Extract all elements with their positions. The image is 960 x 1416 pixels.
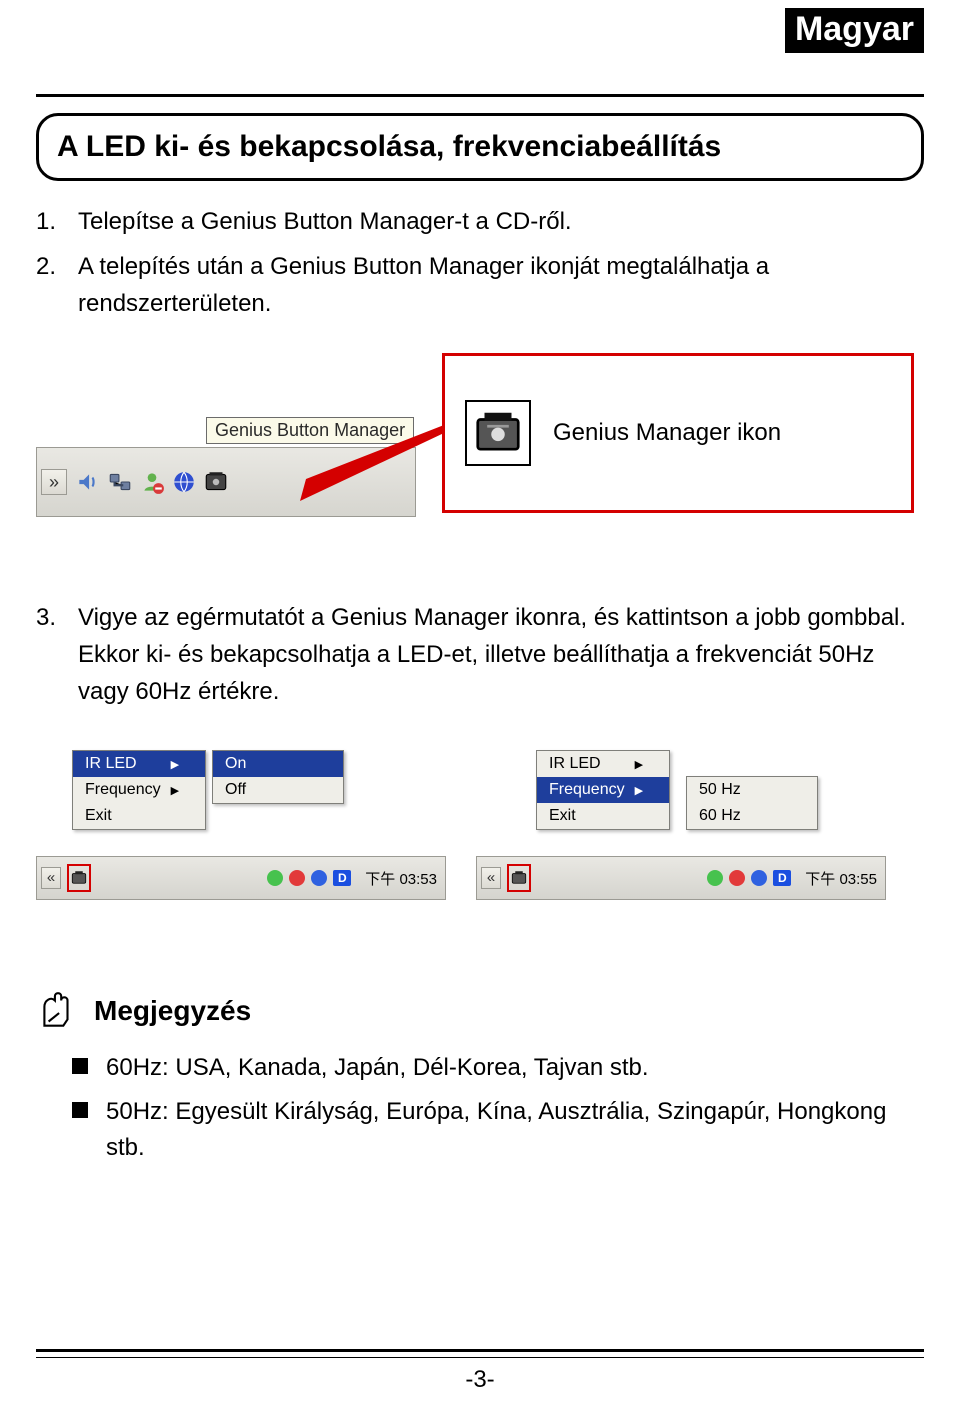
context-menu-primary[interactable]: IR LED ▶ Frequency ▶ Exit	[72, 750, 206, 830]
step-3-number: 3.	[36, 599, 78, 711]
step-1: 1. Telepítse a Genius Button Manager-t a…	[36, 203, 924, 240]
context-menu-panel-led: IR LED ▶ Frequency ▶ Exit On Off «	[36, 750, 446, 900]
status-dot-blue-icon	[311, 870, 327, 886]
submenu-item-60hz-label: 60 Hz	[699, 807, 741, 825]
note-item-60hz-text: 60Hz: USA, Kanada, Japán, Dél-Korea, Taj…	[106, 1050, 649, 1086]
step-1-number: 1.	[36, 203, 78, 240]
note-block: Megjegyzés 60Hz: USA, Kanada, Japán, Dél…	[36, 990, 924, 1166]
menu-item-exit[interactable]: Exit	[537, 803, 669, 829]
menu-item-frequency-label: Frequency	[85, 781, 161, 799]
step-2-text: A telepítés után a Genius Button Manager…	[78, 248, 924, 322]
menu-item-ir-led[interactable]: IR LED ▶	[537, 751, 669, 777]
bullet-square-icon	[72, 1102, 88, 1118]
status-dot-red-icon	[289, 870, 305, 886]
genius-manager-tray-icon[interactable]	[70, 868, 88, 888]
status-dot-green-icon	[707, 870, 723, 886]
status-d-icon: D	[333, 870, 351, 886]
genius-manager-tray-icon[interactable]	[510, 868, 528, 888]
volume-icon[interactable]	[75, 469, 101, 495]
taskbar-a: « D 下午 03:53	[36, 856, 446, 900]
callout-label: Genius Manager ikon	[553, 419, 781, 447]
context-submenu-frequency[interactable]: 50 Hz 60 Hz	[686, 776, 818, 830]
messenger-icon[interactable]	[139, 469, 165, 495]
step-3: 3. Vigye az egérmutatót a Genius Manager…	[36, 599, 924, 711]
update-icon[interactable]	[171, 469, 197, 495]
menu-item-frequency[interactable]: Frequency ▶	[73, 777, 205, 803]
menu-item-ir-led-label: IR LED	[85, 755, 137, 773]
status-dot-green-icon	[267, 870, 283, 886]
step-3-text: Vigye az egérmutatót a Genius Manager ik…	[78, 599, 924, 711]
menu-item-ir-led-label: IR LED	[549, 755, 601, 773]
top-rule	[36, 94, 924, 97]
submenu-arrow-icon: ▶	[635, 784, 643, 797]
figure-context-menus: IR LED ▶ Frequency ▶ Exit On Off «	[36, 750, 924, 900]
menu-item-exit-label: Exit	[85, 807, 112, 825]
submenu-arrow-icon: ▶	[635, 758, 643, 771]
menu-item-frequency-label: Frequency	[549, 781, 625, 799]
section-heading-box: A LED ki- és bekapcsolása, frekvenciabeá…	[36, 113, 924, 181]
section-title: A LED ki- és bekapcsolása, frekvenciabeá…	[57, 130, 903, 164]
step-2-number: 2.	[36, 248, 78, 322]
submenu-item-50hz[interactable]: 50 Hz	[687, 777, 817, 803]
submenu-arrow-icon: ▶	[171, 784, 179, 797]
context-menu-primary[interactable]: IR LED ▶ Frequency ▶ Exit	[536, 750, 670, 830]
menu-item-ir-led[interactable]: IR LED ▶	[73, 751, 205, 777]
submenu-item-on[interactable]: On	[213, 751, 343, 777]
status-dot-blue-icon	[751, 870, 767, 886]
status-d-icon: D	[773, 870, 791, 886]
taskbar-clock: 下午 03:53	[365, 868, 437, 889]
note-hand-icon	[36, 990, 78, 1032]
step-1-text: Telepítse a Genius Button Manager-t a CD…	[78, 203, 924, 240]
step-2: 2. A telepítés után a Genius Button Mana…	[36, 248, 924, 322]
taskbar-b: « D 下午 03:55	[476, 856, 886, 900]
taskbar-clock: 下午 03:55	[805, 868, 877, 889]
note-header: Megjegyzés	[36, 990, 924, 1032]
context-menu-panel-frequency: IR LED ▶ Frequency ▶ Exit 50 Hz 60 Hz «	[476, 750, 886, 900]
note-list: 60Hz: USA, Kanada, Japán, Dél-Korea, Taj…	[36, 1050, 924, 1166]
language-badge: Magyar	[785, 8, 924, 53]
bullet-square-icon	[72, 1058, 88, 1074]
menu-item-frequency[interactable]: Frequency ▶	[537, 777, 669, 803]
systray-bar: »	[36, 447, 416, 517]
systray-expand-button[interactable]: »	[41, 469, 67, 495]
submenu-item-on-label: On	[225, 755, 246, 773]
menu-item-exit-label: Exit	[549, 807, 576, 825]
instruction-list: 1. Telepítse a Genius Button Manager-t a…	[36, 203, 924, 323]
note-item-50hz-text: 50Hz: Egyesült Királyság, Európa, Kína, …	[106, 1094, 924, 1166]
note-item-50hz: 50Hz: Egyesült Királyság, Európa, Kína, …	[72, 1094, 924, 1166]
note-item-60hz: 60Hz: USA, Kanada, Japán, Dél-Korea, Taj…	[72, 1050, 924, 1086]
taskbar-chevron-button[interactable]: «	[481, 867, 501, 889]
genius-manager-tray-icon[interactable]	[203, 469, 229, 495]
submenu-arrow-icon: ▶	[171, 758, 179, 771]
callout-box: Genius Manager ikon	[442, 353, 914, 513]
bottom-rule-thin	[36, 1357, 924, 1358]
tray-icon-highlight	[67, 864, 91, 892]
submenu-item-off-label: Off	[225, 781, 246, 799]
submenu-item-60hz[interactable]: 60 Hz	[687, 803, 817, 829]
taskbar-status-icons: D	[267, 870, 351, 886]
taskbar-status-icons: D	[707, 870, 791, 886]
systray-icons	[75, 469, 229, 495]
tray-icon-highlight	[507, 864, 531, 892]
taskbar-chevron-button[interactable]: «	[41, 867, 61, 889]
systray-tooltip: Genius Button Manager	[206, 417, 414, 444]
note-title: Megjegyzés	[94, 995, 251, 1027]
submenu-item-off[interactable]: Off	[213, 777, 343, 803]
status-dot-red-icon	[729, 870, 745, 886]
figure-systray-callout: Genius Button Manager » Geni	[36, 347, 924, 545]
submenu-item-50hz-label: 50 Hz	[699, 781, 741, 799]
bottom-rule	[36, 1349, 924, 1352]
page-number: -3-	[0, 1366, 960, 1394]
menu-item-exit[interactable]: Exit	[73, 803, 205, 829]
instruction-list-2: 3. Vigye az egérmutatót a Genius Manager…	[36, 599, 924, 711]
context-submenu-led[interactable]: On Off	[212, 750, 344, 804]
genius-manager-large-icon	[465, 400, 531, 466]
network-icon[interactable]	[107, 469, 133, 495]
